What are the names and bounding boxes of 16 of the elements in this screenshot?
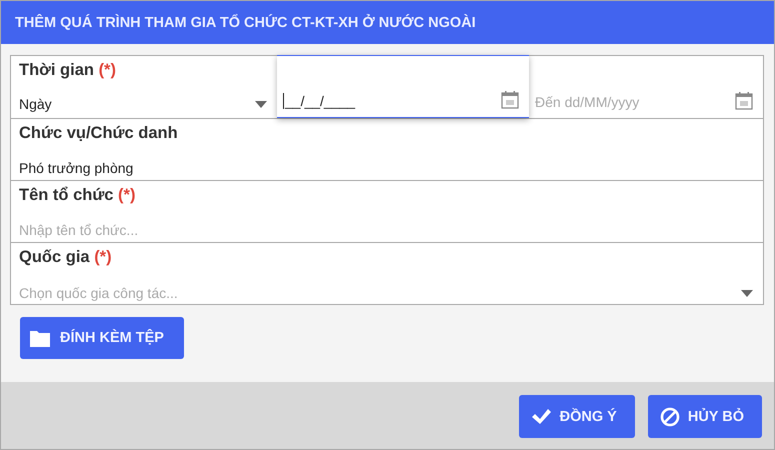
date-value: __/__/____	[283, 93, 356, 109]
field-label: Tên tổ chức (*)	[19, 186, 136, 206]
unit-select[interactable]: Ngày	[19, 93, 269, 115]
confirm-button[interactable]: ĐỒNG Ý	[518, 395, 635, 438]
date-placeholder: Đến dd/MM/yyyy	[535, 94, 640, 110]
to-date-field[interactable]: Đến dd/MM/yyyy	[529, 56, 763, 118]
attach-file-button[interactable]: ĐÍNH KÈM TỆP	[20, 317, 184, 359]
dialog-title: THÊM QUÁ TRÌNH THAM GIA TỔ CHỨC CT-KT-XH Ở NƯỚC NGOÀI	[15, 14, 476, 30]
select-placeholder: Chọn quốc gia công tác...	[19, 285, 178, 301]
from-date-field[interactable]: __/__/____	[277, 55, 529, 118]
select-value: Ngày	[19, 96, 52, 112]
field-label: Quốc gia (*)	[19, 248, 113, 268]
cancel-button[interactable]: HỦY BỎ	[648, 395, 762, 438]
country-select[interactable]: Chọn quốc gia công tác...	[19, 282, 755, 304]
field-label: Chức vụ/Chức danh	[19, 124, 179, 144]
field-label: Thời gian (*)	[19, 61, 117, 81]
